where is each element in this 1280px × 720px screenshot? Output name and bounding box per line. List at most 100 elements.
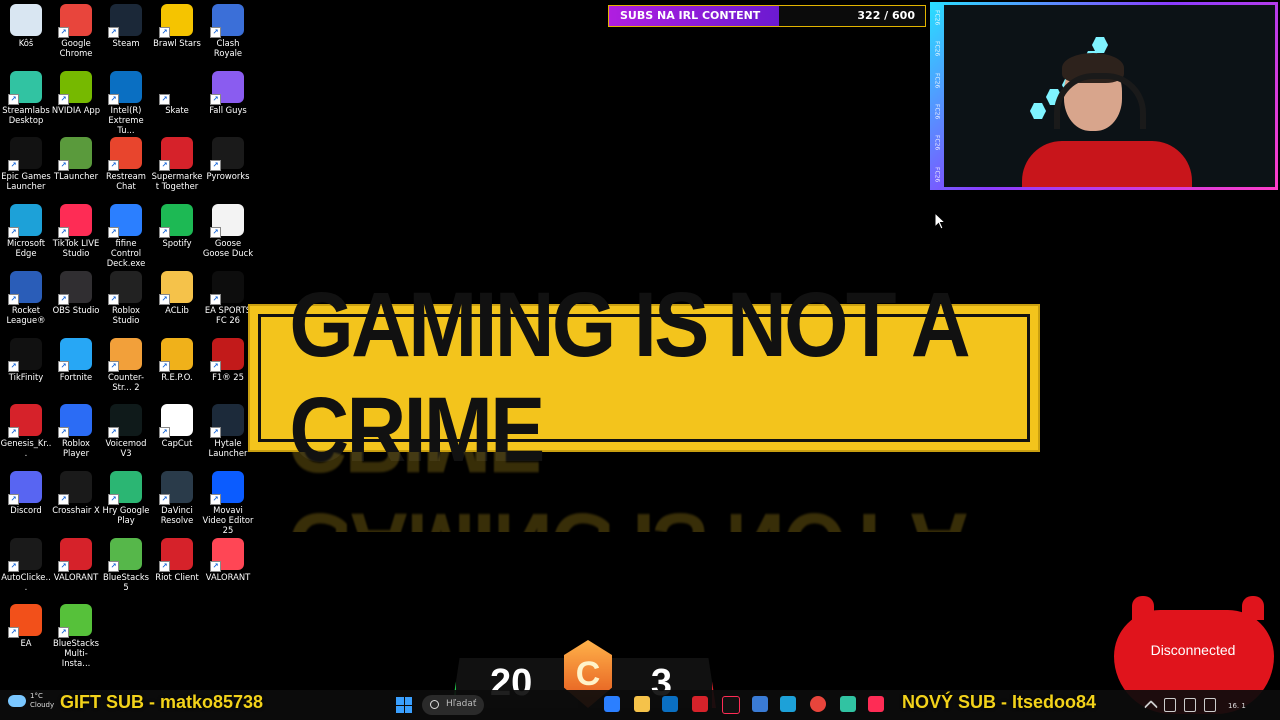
desktop-icon[interactable]: ↗ Roblox Player xyxy=(50,400,102,458)
taskbar-app-tiktok[interactable] xyxy=(722,696,740,714)
desktop-icon[interactable]: ↗ Counter-Str... 2 xyxy=(100,334,152,392)
desktop-icon-label: VALORANT xyxy=(53,571,99,582)
taskbar-app-streamlabs[interactable] xyxy=(840,696,856,712)
brawl-stars-icon: ↗ xyxy=(159,4,193,38)
shortcut-arrow-icon: ↗ xyxy=(159,493,170,505)
shortcut-arrow-icon: ↗ xyxy=(210,27,221,38)
taskbar-app-photos[interactable] xyxy=(780,696,796,712)
mouse-icon: ↗ xyxy=(8,537,42,572)
shortcut-arrow-icon: ↗ xyxy=(210,427,221,439)
microphone-icon[interactable] xyxy=(1164,698,1176,712)
desktop-icon[interactable]: ↗ DaVinci Resolve xyxy=(151,467,203,525)
desktop-icon[interactable]: ↗ Roblox Studio xyxy=(100,267,152,325)
display-icon[interactable] xyxy=(1184,698,1196,712)
restream-icon: ↗ xyxy=(108,137,142,172)
desktop-icon[interactable]: ↗ ACLib xyxy=(151,267,203,315)
shortcut-arrow-icon: ↗ xyxy=(210,227,221,239)
taskbar-search[interactable]: Hľadať xyxy=(422,695,484,715)
desktop-icon[interactable]: ↗ Steam xyxy=(100,0,152,48)
desktop-icon[interactable]: ↗ F1® 25 xyxy=(202,334,254,382)
shortcut-arrow-icon: ↗ xyxy=(8,93,19,105)
desktop-icon-label: BlueStacks 5 xyxy=(102,571,150,592)
taskbar-app-tiktok-live[interactable] xyxy=(868,696,884,712)
desktop-icon[interactable]: ↗ Voicemod V3 xyxy=(100,400,152,458)
shortcut-arrow-icon: ↗ xyxy=(58,493,69,505)
desktop-icon[interactable]: ↗ Rocket League® xyxy=(0,267,52,325)
desktop-icon[interactable]: ↗ fifine Control Deck.exe xyxy=(100,200,152,268)
shortcut-arrow-icon: ↗ xyxy=(108,360,119,372)
desktop-icon[interactable]: ↗ Streamlabs Desktop xyxy=(0,67,52,125)
desktop-icon[interactable]: ↗ EA xyxy=(0,600,52,648)
desktop-icon[interactable]: ↗ Discord xyxy=(0,467,52,515)
taskbar-app-notepad[interactable] xyxy=(752,696,768,712)
taskbar-app-explorer[interactable] xyxy=(634,696,650,712)
volume-icon[interactable] xyxy=(1204,698,1216,712)
desktop-icon[interactable]: ↗ NVIDIA App xyxy=(50,67,102,115)
desktop-icon-label: Crosshair X xyxy=(52,504,100,515)
desktop-icon[interactable]: ↗ TikTok LIVE Studio xyxy=(50,200,102,258)
desktop-icon-label: Riot Client xyxy=(155,571,199,582)
shortcut-arrow-icon: ↗ xyxy=(159,427,170,439)
desktop-icon[interactable]: ↗ TLauncher xyxy=(50,133,102,181)
chevron-up-icon[interactable] xyxy=(1143,699,1159,715)
desktop-icon[interactable]: ↗ AutoClicke... xyxy=(0,534,52,592)
desktop-icon[interactable]: ↗ TikFinity xyxy=(0,334,52,382)
desktop-icon[interactable]: ↗ Pyroworks xyxy=(202,133,254,181)
desktop-icon[interactable]: ↗ Hytale Launcher xyxy=(202,400,254,458)
desktop-icon-label: Hry Google Play xyxy=(102,504,150,525)
desktop-icon[interactable]: ↗ Fortnite xyxy=(50,334,102,382)
desktop-icon-label: BlueStacks Multi-Insta... xyxy=(52,638,100,669)
shortcut-arrow-icon: ↗ xyxy=(8,160,19,172)
capcut-icon: ↗ xyxy=(159,404,193,439)
shortcut-arrow-icon: ↗ xyxy=(159,293,170,305)
desktop-icon[interactable]: ↗ Microsoft Edge xyxy=(0,200,52,258)
desktop-icon[interactable]: ↗ Brawl Stars xyxy=(151,0,203,48)
desktop-icon-label: Restream Chat xyxy=(106,171,146,192)
taskbar-app-chrome[interactable] xyxy=(810,696,826,712)
desktop-icon[interactable]: ↗ OBS Studio xyxy=(50,267,102,315)
hytale-icon: ↗ xyxy=(210,404,244,439)
desktop-icon[interactable]: ↗ Restream Chat xyxy=(100,133,152,191)
strip-label: FC26 xyxy=(933,10,941,26)
desktop-icon[interactable]: ↗ CapCut xyxy=(151,400,203,448)
desktop-icon[interactable]: ↗ EA SPORTS FC 26 xyxy=(202,267,254,325)
shortcut-arrow-icon: ↗ xyxy=(108,493,119,505)
desktop-icon[interactable]: ↗ VALORANT xyxy=(202,534,254,582)
taskbar-app-riot[interactable] xyxy=(692,696,708,712)
desktop-icon[interactable]: ↗ BlueStacks Multi-Insta... xyxy=(50,600,102,668)
desktop-icon[interactable]: ↗ VALORANT xyxy=(50,534,102,582)
start-button[interactable] xyxy=(396,697,412,713)
desktop-icon-label: Kôš xyxy=(18,38,34,48)
desktop-icon[interactable]: ↗ Supermarket Together xyxy=(151,133,203,191)
desktop-icon-label: EA SPORTS FC 26 xyxy=(204,304,252,325)
taskbar-app-store[interactable] xyxy=(662,696,678,712)
desktop-icon[interactable]: ↗ Goose Goose Duck xyxy=(202,200,254,258)
desktop-icon[interactable]: ↗ Movavi Video Editor 25 xyxy=(202,467,254,535)
gift-sub-ticker: GIFT SUB - matko85738 xyxy=(60,692,264,712)
desktop-icon[interactable]: ↗ Clash Royale xyxy=(202,0,254,58)
desktop-icon[interactable]: ↗ Epic Games Launcher xyxy=(0,133,52,191)
taskbar-app-edge[interactable] xyxy=(604,696,620,712)
weather-widget[interactable]: 1°C Cloudy xyxy=(8,692,54,710)
desktop-icon[interactable]: ↗ Google Chrome xyxy=(50,0,102,58)
taskbar-clock[interactable]: 16. 1 xyxy=(1228,702,1246,710)
desktop-icon[interactable]: ↗ Fall Guys xyxy=(202,67,254,115)
desktop-icon[interactable]: ↗ R.E.P.O. xyxy=(151,334,203,382)
desktop-icon[interactable]: ↗ Skate xyxy=(151,67,203,115)
desktop-icon[interactable]: ↗ Spotify xyxy=(151,200,203,248)
desktop-icon-label: TLauncher xyxy=(53,171,99,182)
shortcut-arrow-icon: ↗ xyxy=(58,93,69,105)
desktop-icon[interactable]: ↗ Crosshair X xyxy=(50,467,102,515)
desktop-icon[interactable]: ↗ Intel(R) Extreme Tu... xyxy=(100,67,152,135)
desktop-icon[interactable]: Kôš xyxy=(0,0,52,48)
desktop-icon[interactable]: ↗ BlueStacks 5 xyxy=(100,534,152,592)
desktop-icon-label: F1® 25 xyxy=(212,371,244,382)
desktop-icon[interactable]: ↗ Hry Google Play xyxy=(100,467,152,525)
desktop-icon-label: Voicemod V3 xyxy=(105,438,147,459)
desktop-icon[interactable]: ↗ Riot Client xyxy=(151,534,203,582)
system-tray xyxy=(1143,698,1216,715)
shortcut-arrow-icon: ↗ xyxy=(58,360,69,372)
desktop-icon-label: Fall Guys xyxy=(209,104,247,115)
desktop-icon-label: Counter-Str... 2 xyxy=(108,371,144,392)
desktop-icon[interactable]: ↗ Genesis_Kr... xyxy=(0,400,52,458)
